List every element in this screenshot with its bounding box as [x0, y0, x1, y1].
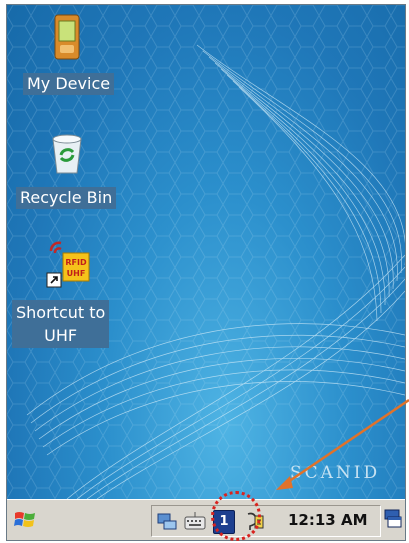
uhf-shortcut[interactable]: RFID UHF Shortcut to UHF: [7, 235, 137, 355]
device-screen: My Device Recycle Bin RFID UHF Shortcut …: [6, 4, 406, 541]
recycle-bin-label: Recycle Bin: [16, 187, 117, 209]
uhf-shortcut-label-line1: Shortcut to: [16, 303, 106, 322]
my-device-shortcut[interactable]: My Device: [7, 5, 137, 105]
windows-flag-icon[interactable]: [13, 508, 37, 532]
system-tray: 1 12:13 AM: [151, 505, 381, 537]
network-icon[interactable]: [156, 510, 178, 532]
brand-watermark: SCANID: [290, 463, 381, 483]
recycle-bin-icon: [52, 134, 82, 174]
uhf-shortcut-label: Shortcut to UHF: [12, 300, 110, 348]
taskbar: 1 12:13 AM: [7, 499, 405, 540]
annotation-highlight-circle: [211, 491, 261, 541]
recycle-bin-shortcut[interactable]: Recycle Bin: [7, 125, 137, 225]
svg-text:UHF: UHF: [67, 269, 86, 278]
uhf-shortcut-label-line2: UHF: [44, 326, 78, 345]
show-desktop-icon[interactable]: [383, 508, 403, 530]
my-device-label: My Device: [23, 73, 115, 95]
clock[interactable]: 12:13 AM: [288, 511, 368, 529]
svg-text:RFID: RFID: [65, 258, 87, 267]
keyboard-icon[interactable]: [184, 510, 206, 532]
desktop: My Device Recycle Bin RFID UHF Shortcut …: [7, 5, 405, 499]
pda-device-icon: [54, 14, 80, 60]
rfid-uhf-shortcut-icon: RFID UHF: [46, 241, 90, 288]
